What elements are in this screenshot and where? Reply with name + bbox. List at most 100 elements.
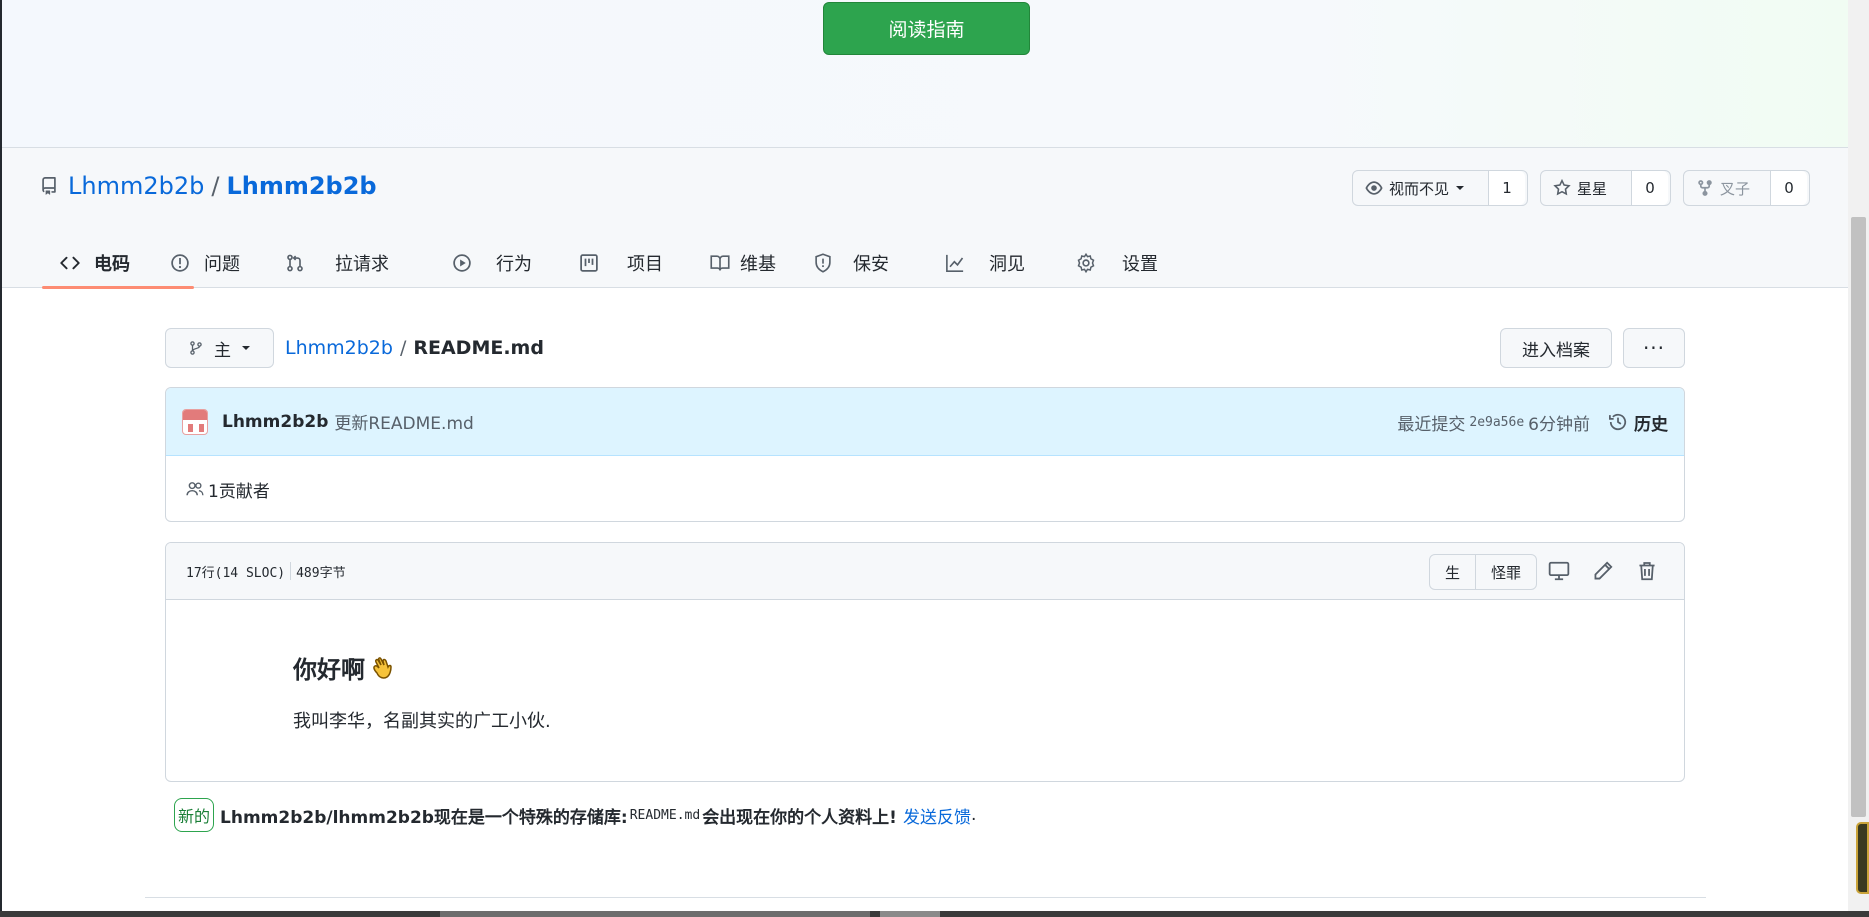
history-icon — [1609, 413, 1627, 431]
breadcrumb-separator: / — [399, 337, 407, 359]
fork-group: 叉子 0 — [1683, 170, 1810, 206]
avatar[interactable] — [182, 408, 208, 435]
tab-projects[interactable]: 项目 — [579, 238, 710, 288]
tab-security[interactable]: 保安 — [813, 238, 945, 288]
repo-owner-link[interactable]: Lhmm2b2b — [68, 172, 204, 200]
star-count[interactable]: 0 — [1632, 171, 1668, 205]
pencil-icon[interactable] — [1592, 560, 1614, 582]
tab-label: 行为 — [496, 254, 532, 275]
notice-period: . — [970, 805, 977, 825]
trash-icon[interactable] — [1636, 560, 1658, 582]
read-guide-button[interactable]: 阅读指南 — [823, 2, 1030, 55]
gear-icon — [1077, 253, 1095, 273]
notice-text-suffix: 会出现在你的个人资料上! — [702, 807, 897, 828]
repo-title: Lhmm2b2b / Lhmm2b2b — [40, 172, 377, 200]
tab-issues[interactable]: 问题 — [170, 238, 285, 288]
tab-label: 拉请求 — [335, 254, 389, 275]
notice-text-prefix: Lhmm2b2b/lhmm2b2b现在是一个特殊的存储库: — [220, 807, 628, 828]
star-group: 星星 0 — [1540, 170, 1671, 206]
tab-actions[interactable]: 行为 — [452, 238, 579, 288]
contributors-row[interactable]: 1贡献者 — [166, 456, 1684, 521]
watch-label: 视而不见 — [1389, 179, 1450, 198]
tab-label: 洞见 — [989, 254, 1025, 275]
contributors-label: 1贡献者 — [208, 481, 270, 502]
file-header: 17行(14 SLOC) 489字节 生 怪罪 — [166, 543, 1684, 600]
special-repo-notice: 新的 Lhmm2b2b/lhmm2b2b现在是一个特殊的存储库: README.… — [174, 798, 976, 832]
eye-icon — [1365, 181, 1383, 195]
play-icon — [453, 254, 471, 272]
repo-icon — [42, 177, 56, 195]
branch-icon — [190, 341, 202, 355]
notice-code: README.md — [629, 807, 701, 823]
watch-button[interactable]: 视而不见 — [1353, 171, 1489, 205]
star-icon — [1553, 179, 1571, 196]
branch-name: 主 — [214, 340, 231, 361]
fork-label: 叉子 — [1720, 179, 1751, 198]
history-link[interactable]: 历史 — [1608, 410, 1668, 435]
raw-button[interactable]: 生 — [1430, 555, 1476, 589]
file-viewer: 17行(14 SLOC) 489字节 生 怪罪 你好啊 我叫李华，名副其实的广工… — [165, 542, 1685, 782]
tab-label: 问题 — [204, 254, 240, 275]
pull-request-icon — [287, 254, 303, 272]
graph-icon — [946, 254, 964, 272]
page-scrollbar[interactable] — [1848, 0, 1869, 917]
star-button[interactable]: 星星 — [1541, 171, 1632, 205]
commit-meta: 最近提交 2e9a56e 6分钟前 历史 — [1397, 388, 1668, 456]
repo-header: Lhmm2b2b / Lhmm2b2b 视而不见 1 星星 0 叉子 0 电码 — [2, 148, 1848, 289]
title-separator: / — [211, 172, 220, 200]
code-icon — [60, 256, 80, 270]
issue-icon — [171, 254, 189, 272]
fork-count[interactable]: 0 — [1771, 171, 1807, 205]
branch-selector[interactable]: 主 — [165, 328, 274, 368]
people-icon — [186, 482, 204, 496]
tab-label: 设置 — [1122, 254, 1158, 275]
book-icon — [710, 255, 730, 271]
taskbar-strip — [0, 911, 1869, 917]
desktop-icon[interactable] — [1548, 560, 1570, 582]
tab-label: 维基 — [740, 254, 776, 275]
commit-author[interactable]: Lhmm2b2b — [222, 412, 328, 432]
scrollbar-thumb[interactable] — [1851, 217, 1866, 817]
tab-label: 保安 — [853, 254, 889, 275]
commit-message[interactable]: 更新README.md — [334, 409, 473, 434]
readme-heading: 你好啊 — [293, 650, 1684, 685]
go-to-file-button[interactable]: 进入档案 — [1500, 328, 1612, 368]
readme-paragraph: 我叫李华，名副其实的广工小伙. — [293, 711, 551, 732]
footer-divider — [145, 897, 1706, 898]
caret-down-icon — [242, 346, 250, 350]
tab-pull-requests[interactable]: 拉请求 — [285, 238, 452, 288]
tab-wiki[interactable]: 维基 — [710, 238, 813, 288]
blame-button[interactable]: 怪罪 — [1476, 555, 1536, 589]
commit-sha[interactable]: 2e9a56e — [1469, 415, 1524, 430]
top-banner: 阅读指南 — [2, 0, 1848, 148]
watch-count[interactable]: 1 — [1489, 171, 1525, 205]
caret-down-icon — [1456, 186, 1465, 190]
more-options-button[interactable]: ··· — [1623, 328, 1685, 368]
tab-label: 项目 — [627, 254, 663, 275]
fork-button[interactable]: 叉子 — [1684, 171, 1771, 205]
latest-commit-label: 最近提交 — [1397, 414, 1466, 435]
tab-insights[interactable]: 洞见 — [945, 238, 1076, 288]
breadcrumb-repo-link[interactable]: Lhmm2b2b — [285, 337, 393, 359]
tab-settings[interactable]: 设置 — [1076, 238, 1176, 288]
readme-heading-text: 你好啊 — [293, 656, 365, 684]
repo-tabs: 电码 问题 拉请求 行为 项目 维基 保安 洞见 设置 — [40, 238, 1176, 289]
watch-group: 视而不见 1 — [1352, 170, 1528, 206]
tab-label: 电码 — [94, 254, 130, 275]
send-feedback-link[interactable]: 发送反馈 — [903, 803, 971, 828]
project-icon — [580, 254, 598, 272]
shield-icon — [815, 253, 831, 273]
file-info-divider — [290, 562, 292, 580]
waving-hand-icon — [373, 656, 392, 679]
commit-header: Lhmm2b2b 更新README.md 最近提交 2e9a56e 6分钟前 历… — [166, 388, 1684, 456]
readme-content: 你好啊 我叫李华，名副其实的广工小伙. — [166, 600, 1684, 733]
repo-name-link[interactable]: Lhmm2b2b — [226, 172, 376, 200]
new-badge: 新的 — [174, 798, 215, 832]
side-widget-tab[interactable] — [1856, 822, 1869, 894]
file-size: 489字节 — [296, 565, 346, 581]
breadcrumb-file-name: README.md — [413, 337, 544, 359]
raw-blame-group: 生 怪罪 — [1429, 554, 1537, 590]
tab-code[interactable]: 电码 — [42, 238, 194, 289]
star-label: 星星 — [1577, 179, 1608, 198]
fork-icon — [1698, 180, 1712, 196]
